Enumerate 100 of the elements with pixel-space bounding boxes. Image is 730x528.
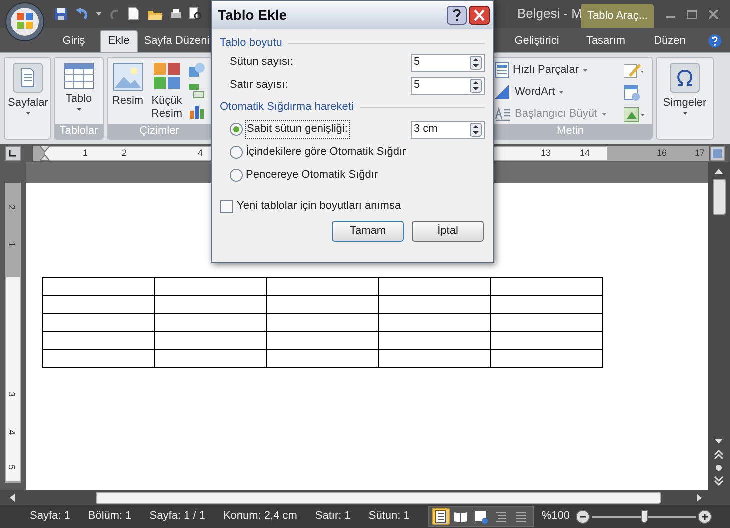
zoom-in-icon[interactable] [698, 510, 712, 524]
table-cell[interactable] [42, 350, 154, 368]
number-field[interactable]: 5 [411, 76, 485, 94]
scroll-thumb[interactable] [96, 492, 661, 504]
ribbon-tab[interactable]: Düzen [642, 30, 698, 52]
ruler-number: 5 [7, 465, 16, 470]
number-field[interactable]: 3 cm [411, 120, 485, 138]
table-cell[interactable] [154, 314, 266, 332]
next-page-icon[interactable] [713, 476, 725, 486]
object-icon[interactable] [624, 107, 646, 123]
clip-art-icon [154, 63, 180, 91]
spinner-icon[interactable] [470, 78, 482, 92]
ribbon-tab[interactable]: Tasarım [576, 30, 636, 52]
ruler-number: 16 [657, 146, 668, 160]
table-cell[interactable] [154, 296, 266, 314]
spinner-icon[interactable] [470, 56, 482, 70]
table-cell[interactable] [154, 332, 266, 350]
new-document-icon[interactable] [128, 7, 140, 21]
table-cell[interactable] [154, 350, 266, 368]
close-icon[interactable] [469, 6, 490, 24]
table-cell[interactable] [490, 296, 602, 314]
dialog-button[interactable]: İptal [412, 221, 484, 242]
scroll-right-icon[interactable] [696, 492, 704, 502]
smartart-icon[interactable] [189, 83, 205, 99]
table-cell[interactable] [42, 332, 154, 350]
bar-chart-icon[interactable] [189, 103, 205, 119]
table-cell[interactable] [490, 278, 602, 296]
zoom-level: %100 [542, 509, 570, 524]
radio-option[interactable]: İçindekilere göre Otomatik Sığdır [230, 144, 406, 161]
checkbox-option[interactable]: Yeni tablolar için boyutları anımsa [220, 197, 485, 215]
save-icon[interactable] [54, 7, 68, 21]
ribbon-tab[interactable]: Ekle [100, 30, 138, 52]
table-cell[interactable] [42, 296, 154, 314]
table-cell[interactable] [378, 314, 490, 332]
context-tab[interactable]: Tablo Araç... [581, 4, 654, 28]
number-field[interactable]: 5 [411, 54, 485, 72]
caret-icon[interactable] [96, 12, 102, 16]
tab-selector-icon[interactable] [5, 146, 21, 160]
ribbon-button[interactable]: Hızlı Parçalar [495, 61, 624, 79]
table-cell[interactable] [266, 278, 378, 296]
browse-object-icon[interactable] [713, 463, 725, 473]
table-cell[interactable] [42, 278, 154, 296]
zoom-slider[interactable] [592, 510, 696, 524]
table-cell[interactable] [154, 278, 266, 296]
table-cell[interactable] [42, 314, 154, 332]
ribbon-tab[interactable]: Giriş [50, 30, 98, 52]
zoom-out-icon[interactable] [576, 510, 590, 524]
field-label: Satır sayısı: [230, 78, 290, 94]
ruler-number: 1 [83, 146, 88, 160]
previous-page-icon[interactable] [713, 450, 725, 460]
spinner-icon[interactable] [470, 122, 482, 136]
caret-icon [583, 68, 588, 72]
table-cell[interactable] [378, 350, 490, 368]
letter-a-drawing [495, 84, 511, 100]
ribbon-button[interactable]: Tablo [58, 63, 100, 111]
caret-icon [559, 90, 564, 94]
table-cell[interactable] [490, 314, 602, 332]
table-cell[interactable] [266, 296, 378, 314]
status-text: Sayfa: 1 [30, 509, 70, 524]
undo-icon[interactable] [75, 7, 89, 21]
indent-marker-icon[interactable] [40, 146, 50, 160]
scroll-thumb[interactable] [712, 179, 726, 215]
table-cell[interactable] [266, 350, 378, 368]
print-icon[interactable] [170, 8, 182, 20]
picture-icon [113, 63, 143, 91]
table-cell[interactable] [266, 314, 378, 332]
group-label: Çizimler [108, 124, 211, 139]
dialog-button[interactable]: Tamam [332, 221, 404, 242]
table-cell[interactable] [378, 278, 490, 296]
slider-thumb[interactable] [641, 510, 648, 522]
signature-icon[interactable] [624, 63, 644, 79]
table-cell[interactable] [378, 296, 490, 314]
help-icon[interactable] [447, 6, 467, 24]
ruler-number: 1 [7, 242, 16, 247]
ribbon-tab[interactable]: Geliştirici [502, 30, 572, 52]
ribbon-button[interactable]: Resim [111, 63, 145, 108]
ruler-number: 13 [541, 146, 552, 160]
ruler-toggle-icon[interactable] [710, 146, 725, 160]
field-label: Sütun sayısı: [230, 55, 295, 70]
table-cell[interactable] [266, 332, 378, 350]
radio-option[interactable]: Pencereye Otomatik Sığdır [230, 167, 378, 184]
status-text: Sayfa: 1 / 1 [150, 509, 206, 524]
group-label: Tablolar [55, 124, 103, 139]
date-time-icon[interactable] [624, 85, 640, 101]
shapes-icon[interactable] [189, 63, 205, 79]
print-layout-icon [432, 508, 449, 524]
ribbon-button[interactable]: WordArt [495, 83, 624, 101]
view-button[interactable] [432, 508, 450, 525]
ribbon-button[interactable]: Küçük Resim [149, 63, 185, 121]
radio-option[interactable]: Sabit sütun genişliği: [230, 121, 349, 138]
table-cell[interactable] [490, 350, 602, 368]
ribbon-tab[interactable]: Sayfa Düzeni [142, 30, 212, 52]
table-cell[interactable] [378, 332, 490, 350]
scroll-left-icon[interactable] [8, 492, 16, 502]
print-preview-icon[interactable] [189, 7, 203, 21]
maximize-icon[interactable] [687, 10, 697, 18]
help-icon[interactable] [708, 34, 722, 48]
table-cell[interactable] [490, 332, 602, 350]
caret-icon [76, 108, 82, 111]
caret-icon [602, 112, 607, 116]
